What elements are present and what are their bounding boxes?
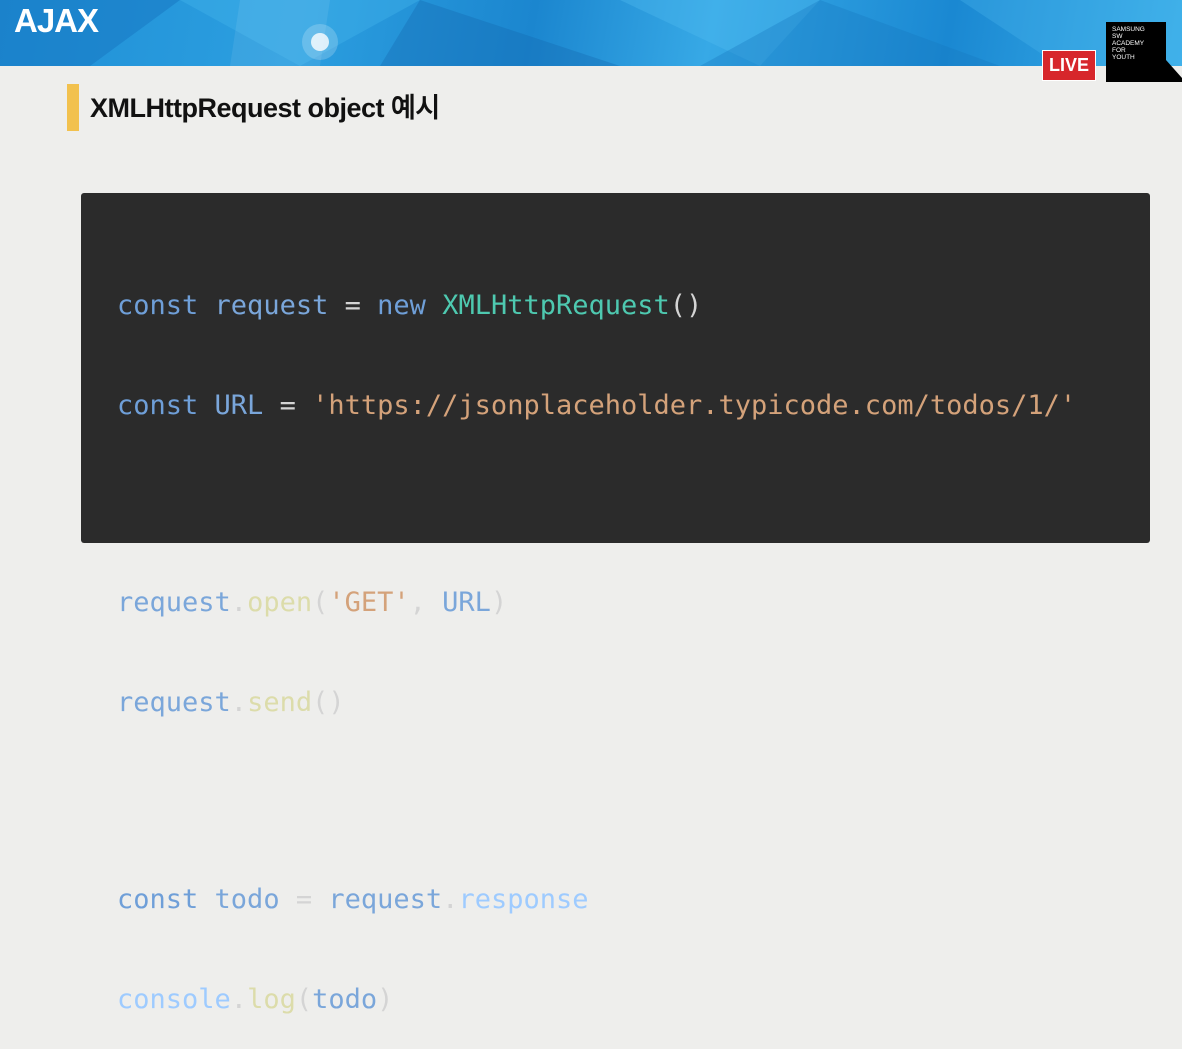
code-line-6: console.log(todo)	[117, 983, 394, 1015]
code-line-4: request.send()	[117, 686, 345, 718]
header-banner: AJAX	[0, 0, 1182, 66]
live-badge: LIVE	[1042, 50, 1096, 81]
code-line-3: request.open('GET', URL)	[117, 587, 508, 618]
code-line-5: const todo = request.response	[117, 884, 589, 915]
academy-logo-text: SAMSUNG SW ACADEMY FOR YOUTH	[1112, 26, 1145, 61]
title-accent-bar	[67, 84, 79, 131]
banner-pattern	[0, 0, 1182, 66]
code-line-2: const URL = 'https://jsonplaceholder.typ…	[117, 389, 1077, 421]
code-line-1: const request = new XMLHttpRequest()	[117, 290, 703, 321]
code-content: const request = new XMLHttpRequest() con…	[117, 225, 1076, 1049]
section-title: AJAX	[14, 2, 99, 39]
slide-title: XMLHttpRequest object 예시	[90, 93, 440, 123]
